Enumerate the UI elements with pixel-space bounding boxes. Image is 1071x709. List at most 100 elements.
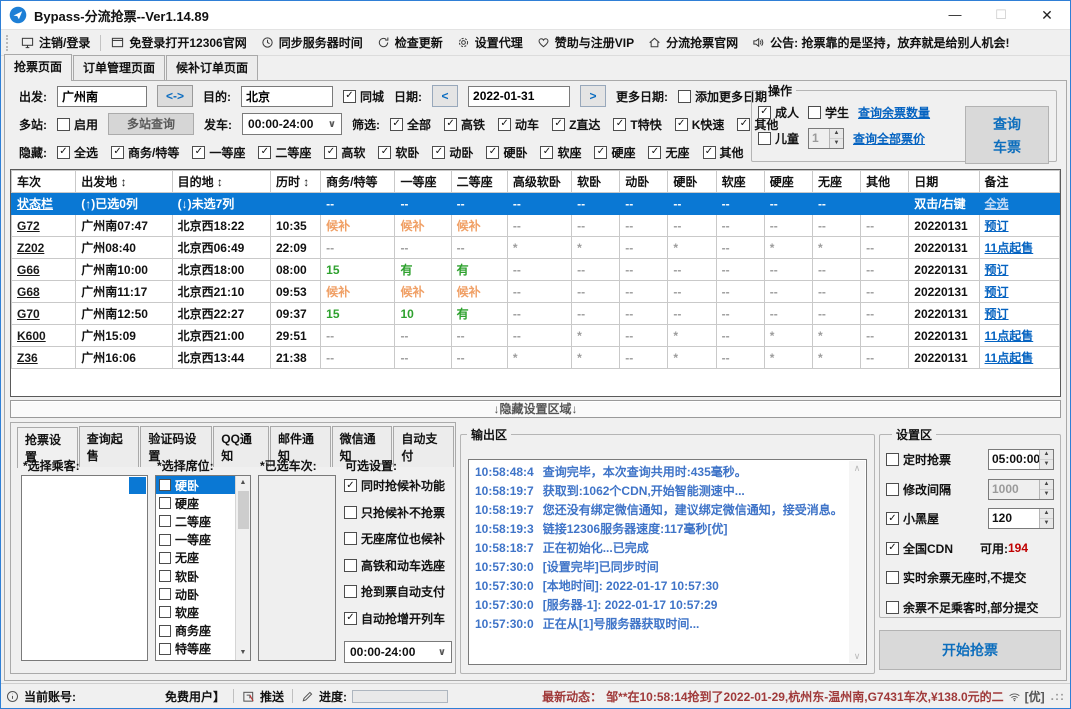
spin-down-icon[interactable]: ▼: [830, 138, 844, 148]
setting-checkbox-1[interactable]: 修改间隔: [886, 481, 951, 498]
same-city-checkbox[interactable]: ✓ 同城: [343, 88, 384, 105]
student-checkbox[interactable]: 学生: [808, 104, 849, 121]
seat-option-3[interactable]: 一等座: [156, 531, 235, 549]
train-number-link[interactable]: 状态栏: [17, 197, 53, 211]
setting-checkbox-4[interactable]: 实时余票无座时,不提交: [886, 569, 1026, 586]
column-header-10[interactable]: 硬卧: [667, 170, 717, 193]
setting-checkbox-3[interactable]: ✓ 全国CDN: [886, 540, 953, 557]
output-scrollbar[interactable]: ∧ ∨: [849, 461, 865, 663]
column-header-12[interactable]: 硬座: [763, 170, 813, 193]
tab-main-2[interactable]: 候补订单页面: [166, 55, 259, 80]
filter-checkbox-2[interactable]: ✓ 动车: [498, 116, 539, 133]
child-count-stepper[interactable]: 1 ▲ ▼: [808, 127, 845, 149]
tab-settings-6[interactable]: 自动支付: [393, 426, 455, 467]
seat-option-8[interactable]: 商务座: [156, 622, 235, 640]
tab-main-1[interactable]: 订单管理页面: [73, 55, 166, 80]
child-checkbox[interactable]: 儿童: [758, 130, 799, 147]
seat-option-5[interactable]: 软卧: [156, 567, 235, 585]
grab-option-3[interactable]: 高铁和动车选座: [344, 557, 449, 574]
column-header-7[interactable]: 高级软卧: [506, 170, 573, 193]
depart-input[interactable]: [57, 85, 147, 107]
toolbar-open-12306[interactable]: 免登录打开12306官网: [104, 34, 253, 51]
hide-settings-toggle[interactable]: ↓隐藏设置区域↓: [10, 400, 1061, 418]
booking-link[interactable]: 11点起售: [985, 241, 1034, 255]
filter-checkbox-0[interactable]: ✓ 全部: [390, 116, 431, 133]
column-header-1[interactable]: 出发地 ↕: [75, 170, 173, 193]
hide-checkbox-4[interactable]: ✓ 高软: [324, 144, 365, 161]
setting-spinner-0[interactable]: 05:00:00 ▲ ▼: [988, 449, 1054, 471]
setting-spinner-1[interactable]: 1000 ▲ ▼: [988, 478, 1054, 500]
multi-station-query-button[interactable]: 多站查询: [108, 113, 195, 135]
stepper-buttons[interactable]: ▲ ▼: [1039, 450, 1053, 470]
adult-checkbox[interactable]: ✓ 成人: [758, 104, 799, 121]
column-header-4[interactable]: 商务/特等: [320, 170, 396, 193]
toolbar-sync-time[interactable]: 同步服务器时间: [254, 34, 370, 51]
spin-down-icon[interactable]: ▼: [1040, 519, 1053, 529]
setting-checkbox-5[interactable]: 余票不足乘客时,部分提交: [886, 599, 1038, 616]
toolbar-announcement[interactable]: 公告: 抢票靠的是坚持，放弃就是给别人机会!: [745, 34, 1016, 51]
date-next-button[interactable]: >: [580, 85, 607, 107]
grab-time-range-select[interactable]: 00:00-24:00 ∨: [344, 641, 452, 663]
seat-list-scrollbar[interactable]: ▲ ▼: [235, 476, 250, 660]
column-header-11[interactable]: 软座: [715, 170, 765, 193]
grab-option-2[interactable]: 无座席位也候补: [344, 530, 449, 547]
train-number-link[interactable]: G70: [17, 307, 40, 321]
spin-down-icon[interactable]: ▼: [1040, 489, 1053, 499]
date-prev-button[interactable]: <: [432, 85, 459, 107]
filter-checkbox-3[interactable]: ✓ Z直达: [552, 116, 600, 133]
column-header-9[interactable]: 动卧: [619, 170, 669, 193]
hide-checkbox-10[interactable]: ✓ 无座: [648, 144, 690, 161]
scrollbar-thumb[interactable]: [237, 491, 249, 529]
booking-link[interactable]: 全选: [985, 197, 1009, 211]
train-number-link[interactable]: G68: [17, 285, 40, 299]
grab-option-0[interactable]: ✓ 同时抢候补功能: [344, 477, 449, 494]
booking-link[interactable]: 预订: [985, 285, 1009, 299]
booking-link[interactable]: 预订: [985, 307, 1009, 321]
booking-link[interactable]: 11点起售: [985, 329, 1034, 343]
hide-checkbox-2[interactable]: ✓ 一等座: [192, 144, 245, 161]
hide-checkbox-1[interactable]: ✓ 商务/特等: [111, 144, 179, 161]
scroll-down-icon[interactable]: ∨: [854, 649, 861, 663]
spin-up-icon[interactable]: ▲: [830, 128, 844, 139]
train-number-link[interactable]: Z202: [17, 241, 44, 255]
train-row-G72[interactable]: G72 广州南07:47 北京西18:22 10:35 候补 候补 候补 -- -- -- -- --…: [11, 214, 1060, 237]
maximize-button[interactable]: ☐: [978, 1, 1024, 29]
multi-station-enable-checkbox[interactable]: 启用: [57, 116, 98, 133]
filter-checkbox-1[interactable]: ✓ 高铁: [444, 116, 485, 133]
toolbar-check-update[interactable]: 检查更新: [370, 34, 450, 51]
column-header-16[interactable]: 备注: [978, 170, 1060, 193]
grab-option-1[interactable]: 只抢候补不抢票: [344, 504, 449, 521]
start-grab-button[interactable]: 开始抢票: [879, 630, 1061, 670]
hide-checkbox-3[interactable]: ✓ 二等座: [258, 144, 311, 161]
booking-link[interactable]: 预订: [985, 219, 1009, 233]
column-header-8[interactable]: 软卧: [571, 170, 621, 193]
train-row-G66[interactable]: G66 广州南10:00 北京西18:00 08:00 15 有有 -- -- -- -- -- --…: [11, 258, 1060, 281]
seat-option-1[interactable]: 硬座: [156, 494, 235, 512]
train-row-Z202[interactable]: Z202 广州08:40 北京西06:49 22:09 -- -- -- * * -- * -- * * -…: [11, 236, 1060, 259]
train-row-K600[interactable]: K600 广州15:09 北京西21:00 29:51 -- -- -- -- * -- * -- * *…: [11, 324, 1060, 347]
spin-up-icon[interactable]: ▲: [1040, 479, 1053, 490]
close-button[interactable]: ✕: [1024, 1, 1070, 29]
column-header-2[interactable]: 目的地 ↕: [171, 170, 271, 193]
train-row-G68[interactable]: G68 广州南11:17 北京西21:10 09:53 候补 候补 候补 -- -- -- -- --…: [11, 280, 1060, 303]
push-label[interactable]: 推送: [260, 688, 284, 705]
grab-option-5[interactable]: ✓ 自动抢增开列车: [344, 610, 449, 627]
selected-trains-list[interactable]: [258, 475, 336, 661]
train-row-G70[interactable]: G70 广州南12:50 北京西22:27 09:37 15 10 有 -- -- -- -- -- -…: [11, 302, 1060, 325]
hide-checkbox-7[interactable]: ✓ 硬卧: [486, 144, 527, 161]
minimize-button[interactable]: —: [932, 1, 978, 29]
train-number-link[interactable]: G66: [17, 263, 40, 277]
query-tickets-button[interactable]: 查询 车票: [965, 106, 1049, 164]
column-header-6[interactable]: 二等座: [450, 170, 508, 193]
spin-down-icon[interactable]: ▼: [1040, 460, 1053, 470]
spin-up-icon[interactable]: ▲: [1040, 450, 1053, 461]
column-header-15[interactable]: 日期: [908, 170, 980, 193]
seat-option-0[interactable]: 硬卧: [156, 476, 235, 495]
seat-option-4[interactable]: 无座: [156, 549, 235, 567]
hide-checkbox-11[interactable]: ✓ 其他: [702, 144, 744, 161]
tab-settings-1[interactable]: 查询起售: [78, 426, 140, 467]
seat-option-9[interactable]: 特等座: [156, 640, 235, 658]
column-header-0[interactable]: 车次: [11, 170, 77, 193]
column-header-5[interactable]: 一等座: [394, 170, 452, 193]
stepper-buttons[interactable]: ▲ ▼: [1039, 479, 1053, 499]
